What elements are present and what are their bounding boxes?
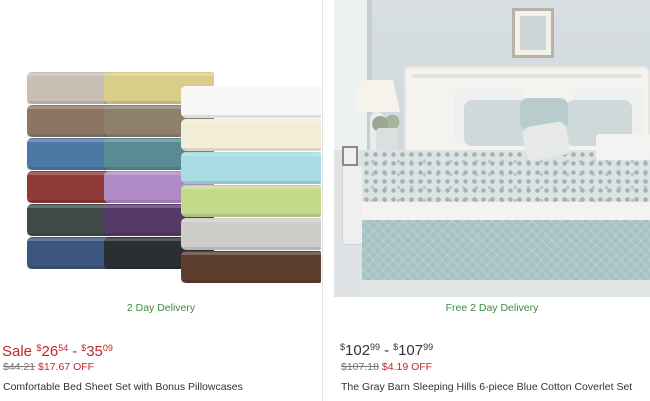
sale-label: Sale	[2, 343, 33, 360]
price-dash: -	[72, 343, 78, 360]
savings-line: $44.21 $17.67 OFF	[3, 361, 94, 373]
savings-line: $107.18 $4.19 OFF	[341, 361, 432, 373]
price-high: $3509	[81, 343, 113, 360]
folded-throw	[596, 134, 650, 160]
price-range: $10299- $10799	[340, 337, 433, 361]
product-card-sheet-set[interactable]: 2 Day Delivery Sale $2654- $3509 $44.21 $…	[0, 0, 322, 401]
window	[334, 0, 372, 150]
product-image-coverlet-set[interactable]	[334, 0, 650, 297]
price-dash: -	[384, 342, 390, 359]
original-price: $44.21	[3, 361, 36, 373]
price-range: Sale $2654- $3509	[2, 338, 113, 362]
card-divider	[322, 0, 323, 401]
folded-sheet	[181, 251, 321, 283]
folded-sheet	[181, 119, 321, 151]
wall-frame	[512, 8, 554, 58]
savings-amount: $4.19 OFF	[381, 361, 433, 373]
delivery-badge: 2 Day Delivery	[126, 302, 196, 314]
product-image-sheet-set[interactable]	[0, 0, 322, 297]
product-title-link[interactable]: The Gray Barn Sleeping Hills 6-piece Blu…	[341, 381, 632, 393]
coverlet-blue-band	[362, 220, 650, 280]
folded-sheet	[181, 185, 321, 217]
price-low: $10299	[340, 342, 381, 359]
price-low: $2654	[36, 343, 69, 360]
price-high: $10799	[393, 342, 434, 359]
delivery-badge: Free 2 Day Delivery	[445, 302, 539, 314]
original-price: $107.18	[341, 361, 379, 373]
product-title-link[interactable]: Comfortable Bed Sheet Set with Bonus Pil…	[3, 381, 243, 393]
folded-sheet	[181, 218, 321, 250]
lamp-shade	[354, 80, 400, 112]
folded-sheet	[181, 86, 321, 118]
coverlet-bottom-band	[362, 280, 650, 297]
photo-frame	[342, 146, 358, 166]
folded-sheet	[181, 152, 321, 184]
coverlet-white-band	[362, 202, 650, 220]
savings-amount: $17.67 OFF	[38, 361, 95, 373]
product-card-coverlet-set[interactable]: Free 2 Day Delivery $10299- $10799 $107.1…	[334, 0, 650, 401]
bedroom-scene	[334, 0, 650, 297]
